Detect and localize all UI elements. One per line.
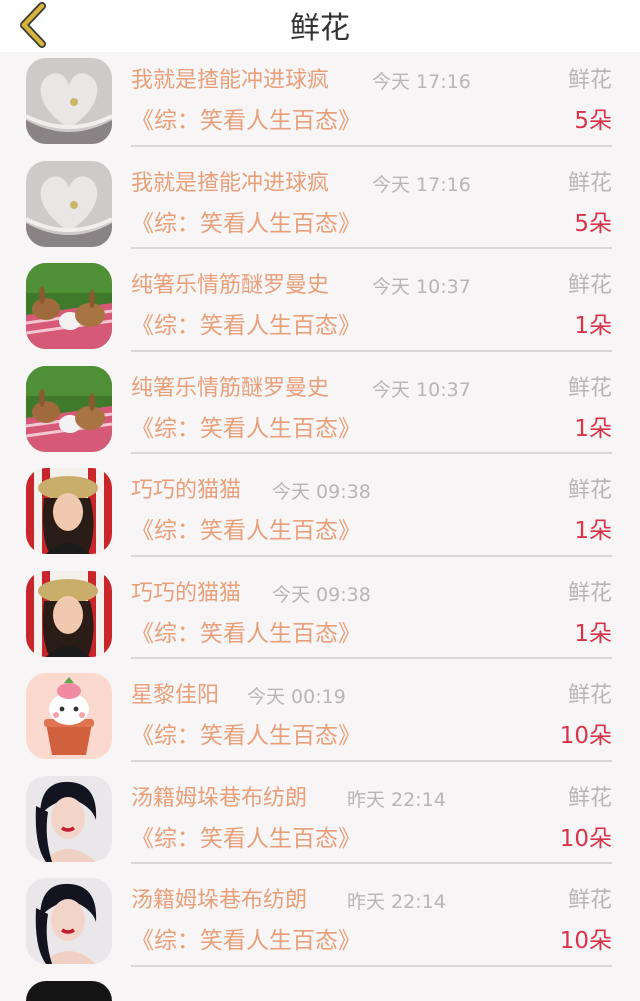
timestamp: 今天 10:37 [372, 276, 471, 298]
flower-count: 1朵 [574, 415, 612, 442]
timestamp: 今天 17:16 [372, 71, 471, 93]
user-name: 汤籍姆垛巷布纺朗 [131, 785, 308, 811]
timestamp: 今天 09:38 [272, 481, 371, 503]
divider [131, 452, 612, 454]
timestamp: 昨天 22:14 [347, 891, 446, 913]
flower-count: 1朵 [574, 313, 612, 339]
page-title: 鲜花 [290, 11, 350, 46]
flower-count: 10朵 [559, 825, 612, 852]
gift-type: 鲜花 [567, 888, 612, 913]
user-name: 巧巧的猫猫 [131, 580, 242, 606]
book-title: 《综：笑看人生百态》 [131, 210, 361, 237]
divider [131, 349, 612, 352]
divider [131, 554, 612, 557]
gift-type: 鲜花 [567, 580, 612, 606]
gift-type: 鲜花 [567, 683, 612, 708]
divider [131, 964, 612, 967]
timestamp: 今天 17:16 [372, 173, 471, 196]
woman-portrait-avatar[interactable] [26, 775, 112, 862]
user-name: 我就是揸能冲进球疯 [131, 170, 330, 196]
heart-book-avatar[interactable] [26, 160, 112, 247]
book-title: 《综：笑看人生百态》 [131, 928, 361, 954]
flower-count: 5朵 [574, 108, 612, 134]
book-title: 《综：笑看人生百态》 [131, 620, 361, 647]
flower-count: 1朵 [574, 518, 612, 544]
flower-count: 10朵 [559, 723, 612, 749]
timestamp: 昨天 22:14 [347, 788, 446, 811]
avatar[interactable] [26, 980, 112, 1001]
gift-type: 鲜花 [567, 68, 612, 93]
list-item[interactable]: 汤籍姆垛巷布纺朗 昨天 22:14 鲜花 《综：笑看人生百态》 10朵 [0, 872, 640, 975]
user-name: 巧巧的猫猫 [131, 478, 242, 503]
user-name: 纯箸乐情筋醚罗曼史 [131, 375, 330, 401]
list-item[interactable]: 纯箸乐情筋醚罗曼史 今天 10:37 鲜花 《综：笑看人生百态》 1朵 [0, 257, 640, 360]
list-item[interactable]: 巧巧的猫猫 今天 09:38 鲜花 《综：笑看人生百态》 1朵 [0, 565, 640, 668]
flower-gift-list: 我就是揸能冲进球疯 今天 17:16 鲜花 《综：笑看人生百态》 5朵 我就是揸… [0, 52, 640, 1001]
list-item[interactable]: 纯箸乐情筋醚罗曼史 今天 10:37 鲜花 《综：笑看人生百态》 1朵 [0, 360, 640, 463]
list-item[interactable]: 汤籍姆垛巷布纺朗 昨天 22:14 鲜花 《综：笑看人生百态》 10朵 [0, 770, 640, 873]
divider [131, 759, 612, 762]
book-title: 《综：笑看人生百态》 [131, 723, 361, 749]
gift-type: 鲜花 [567, 273, 612, 298]
flower-count: 1朵 [574, 620, 612, 647]
divider [131, 657, 612, 659]
gift-type: 鲜花 [567, 785, 612, 811]
user-name: 汤籍姆垛巷布纺朗 [131, 888, 308, 913]
rabbits-avatar[interactable] [26, 365, 112, 452]
timestamp: 今天 00:19 [247, 686, 346, 708]
user-name: 我就是揸能冲进球疯 [131, 68, 330, 93]
user-name: 星黎佳阳 [131, 683, 220, 708]
flower-count: 10朵 [559, 928, 612, 954]
divider [131, 862, 612, 864]
divider [131, 247, 612, 249]
flower-count: 5朵 [574, 210, 612, 237]
list-item-partial[interactable] [0, 975, 640, 1001]
divider [131, 144, 612, 147]
book-title: 《综：笑看人生百态》 [131, 313, 361, 339]
list-item[interactable]: 我就是揸能冲进球疯 今天 17:16 鲜花 《综：笑看人生百态》 5朵 [0, 52, 640, 155]
rabbits-avatar[interactable] [26, 263, 112, 349]
girl-hat-avatar[interactable] [26, 468, 112, 554]
list-item[interactable]: 巧巧的猫猫 今天 09:38 鲜花 《综：笑看人生百态》 1朵 [0, 462, 640, 565]
timestamp: 今天 09:38 [272, 583, 371, 606]
cartoon-pot-avatar[interactable] [26, 673, 112, 759]
list-item[interactable]: 星黎佳阳 今天 00:19 鲜花 《综：笑看人生百态》 10朵 [0, 667, 640, 770]
gift-type: 鲜花 [567, 478, 612, 503]
header-bar: 鲜花 [0, 0, 640, 52]
girl-hat-avatar[interactable] [26, 570, 112, 657]
book-title: 《综：笑看人生百态》 [131, 415, 361, 442]
book-title: 《综：笑看人生百态》 [131, 825, 361, 852]
gift-type: 鲜花 [567, 375, 612, 401]
heart-book-avatar[interactable] [26, 58, 112, 144]
timestamp: 今天 10:37 [372, 378, 471, 401]
user-name: 纯箸乐情筋醚罗曼史 [131, 273, 330, 298]
book-title: 《综：笑看人生百态》 [131, 518, 361, 544]
gift-type: 鲜花 [567, 170, 612, 196]
list-item[interactable]: 我就是揸能冲进球疯 今天 17:16 鲜花 《综：笑看人生百态》 5朵 [0, 155, 640, 258]
woman-portrait-avatar[interactable] [26, 878, 112, 964]
book-title: 《综：笑看人生百态》 [131, 108, 361, 134]
